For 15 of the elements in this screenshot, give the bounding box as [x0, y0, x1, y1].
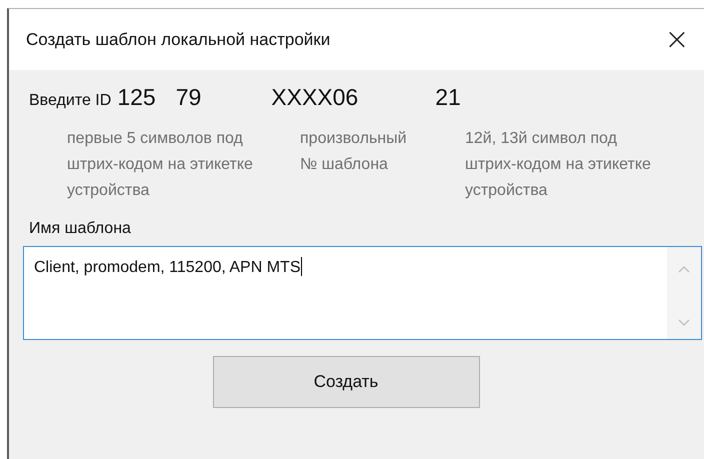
scroll-down-icon[interactable]	[678, 319, 690, 327]
window-title: Создать шаблон локальной настройки	[26, 30, 330, 50]
hint-text: 12й, 13й символ под штрих-кодом на этикетке устройства	[465, 129, 652, 201]
id-label: Введите ID	[29, 92, 112, 110]
id-part-text: 125	[117, 84, 156, 111]
id-part-text: XXXX06	[271, 84, 358, 111]
create-button[interactable]: Создать	[212, 356, 480, 408]
hint-text: произвольный № шаблона	[300, 129, 408, 175]
hint-text: первые 5 символов под штрих-кодом на этикетке устройства	[67, 129, 254, 201]
id-part-text: 21	[435, 84, 461, 111]
close-button[interactable]: ×	[652, 14, 702, 64]
name-field[interactable]: Client, promodem, 115200, APN MTS	[23, 246, 702, 340]
scroll-up-icon[interactable]	[678, 265, 690, 273]
field-label: Имя шаблона	[29, 220, 132, 238]
id-part-text: 79	[176, 84, 202, 111]
